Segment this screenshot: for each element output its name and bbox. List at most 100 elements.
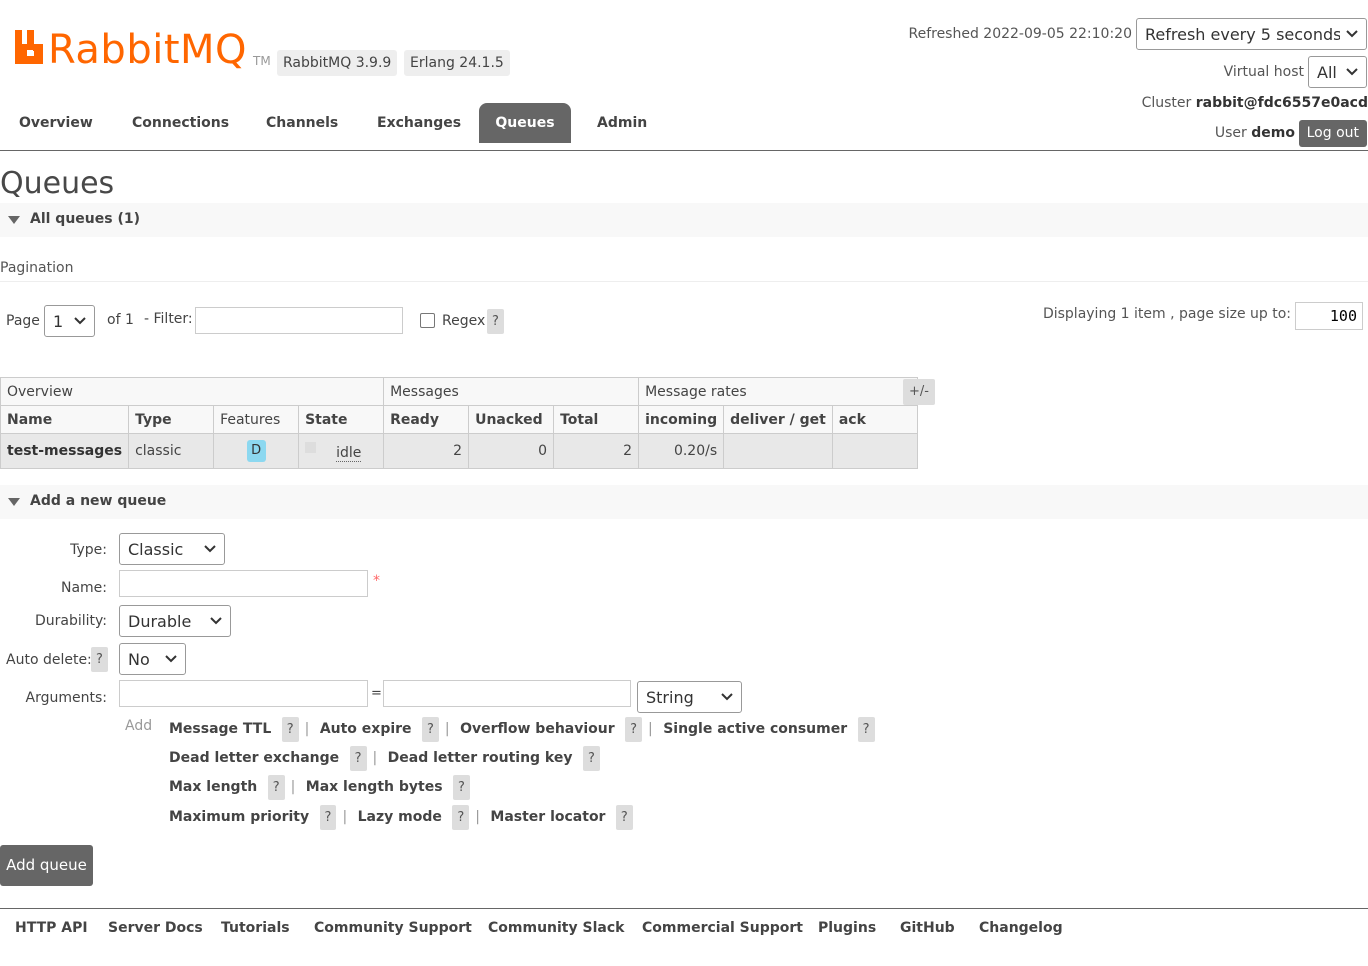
arg-dead-letter-exchange-link[interactable]: Dead letter exchange xyxy=(169,750,339,766)
footer-link-commercial-support[interactable]: Commercial Support xyxy=(642,920,803,936)
auto-delete-dropdown[interactable]: No xyxy=(119,643,186,675)
arg-maximum-priority-link[interactable]: Maximum priority xyxy=(169,809,309,825)
virtual-host-select[interactable]: All xyxy=(1308,56,1367,88)
col-name[interactable]: Name xyxy=(0,405,130,434)
argument-shortcuts-row-2: Dead letter exchange ? | Dead letter rout… xyxy=(169,745,600,772)
all-queues-label: All queues (1) xyxy=(30,211,140,227)
cluster-name: rabbit@fdc6557e0acd xyxy=(1195,95,1368,111)
virtual-host-dropdown[interactable]: All xyxy=(1308,56,1367,88)
page-count: of 1 xyxy=(107,312,134,328)
footer-link-changelog[interactable]: Changelog xyxy=(979,920,1063,936)
argument-key-input[interactable] xyxy=(119,680,368,707)
footer-link-community-support[interactable]: Community Support xyxy=(314,920,472,936)
tab-exchanges[interactable]: Exchanges xyxy=(358,103,480,143)
col-state[interactable]: State xyxy=(298,405,385,434)
arg-maximum-priority-help-button[interactable]: ? xyxy=(319,805,337,830)
col-unacked[interactable]: Unacked xyxy=(468,405,555,434)
display-count-label: Displaying 1 item , page size up to: xyxy=(1042,306,1291,322)
arg-max-length-link[interactable]: Max length xyxy=(169,779,257,795)
queue-state-text: idle xyxy=(336,444,362,462)
arg-auto-expire-help-button[interactable]: ? xyxy=(422,717,439,742)
arg-overflow-behaviour-help-button[interactable]: ? xyxy=(625,717,643,742)
col-deliver-get[interactable]: deliver / get xyxy=(723,405,833,434)
queue-name-link[interactable]: test-messages xyxy=(0,433,130,469)
page-label: Page xyxy=(6,313,40,329)
queue-deliver-get-rate xyxy=(723,433,833,469)
argument-value-input[interactable] xyxy=(383,680,631,707)
queue-type-select[interactable]: Classic xyxy=(119,533,225,565)
col-type[interactable]: Type xyxy=(128,405,215,434)
arg-dead-letter-routing-key-link[interactable]: Dead letter routing key xyxy=(388,750,573,766)
add-queue-button[interactable]: Add queue xyxy=(0,845,93,886)
arg-max-length-bytes-help-button[interactable]: ? xyxy=(453,775,470,800)
durability-label: Durability: xyxy=(34,613,107,629)
footer-link-community-slack[interactable]: Community Slack xyxy=(488,920,624,936)
separator: | xyxy=(342,809,348,825)
auto-delete-select[interactable]: No xyxy=(119,643,186,675)
tab-channels[interactable]: Channels xyxy=(247,103,357,143)
footer-link-tutorials[interactable]: Tutorials xyxy=(221,920,290,936)
footer-link-plugins[interactable]: Plugins xyxy=(818,920,876,936)
arg-auto-expire-link[interactable]: Auto expire xyxy=(320,721,412,737)
arg-single-active-consumer-link[interactable]: Single active consumer xyxy=(663,721,847,737)
durability-select[interactable]: Durable xyxy=(119,605,231,637)
logo-text: RabbitMQ xyxy=(48,27,247,73)
regex-help-button[interactable]: ? xyxy=(487,309,504,334)
column-toggle-button[interactable]: +/- xyxy=(903,379,935,405)
page-select[interactable]: 1 xyxy=(44,305,95,337)
arg-overflow-behaviour-link[interactable]: Overflow behaviour xyxy=(460,721,615,737)
argument-type-select[interactable]: String xyxy=(637,681,742,713)
tab-queues[interactable]: Queues xyxy=(479,103,571,143)
separator: | xyxy=(475,809,480,825)
queue-type-dropdown[interactable]: Classic xyxy=(119,533,225,565)
table-row: test-messages classic D idle 2 0 2 0.20/… xyxy=(0,433,918,469)
add-queue-section-header[interactable]: Add a new queue xyxy=(0,485,1368,519)
page-size-input[interactable] xyxy=(1295,302,1363,330)
col-ack[interactable]: ack xyxy=(831,405,918,434)
regex-label: Regex xyxy=(442,313,486,329)
arg-master-locator-help-button[interactable]: ? xyxy=(615,805,633,830)
footer-link-http-api[interactable]: HTTP API xyxy=(15,920,88,936)
separator: | xyxy=(304,721,310,737)
arg-single-active-consumer-help-button[interactable]: ? xyxy=(857,717,875,742)
user-info: User demo xyxy=(1215,125,1295,141)
col-ready[interactable]: Ready xyxy=(383,405,470,434)
filter-input[interactable] xyxy=(195,307,403,334)
arg-dead-letter-exchange-help-button[interactable]: ? xyxy=(349,746,367,771)
arg-lazy-mode-help-button[interactable]: ? xyxy=(452,805,470,830)
footer-divider xyxy=(0,908,1368,909)
col-total[interactable]: Total xyxy=(553,405,640,434)
arg-max-length-help-button[interactable]: ? xyxy=(267,775,285,800)
tab-overview[interactable]: Overview xyxy=(0,103,112,143)
arg-master-locator-link[interactable]: Master locator xyxy=(490,809,605,825)
page-dropdown[interactable]: 1 xyxy=(44,305,95,337)
col-incoming[interactable]: incoming xyxy=(638,405,725,434)
cluster-info: Cluster rabbit@fdc6557e0acd xyxy=(1142,95,1368,111)
refresh-interval-dropdown[interactable]: Refresh every 5 seconds xyxy=(1136,18,1367,50)
footer-link-github[interactable]: GitHub xyxy=(900,920,955,936)
tab-admin[interactable]: Admin xyxy=(578,103,666,143)
queue-name-input[interactable] xyxy=(119,570,368,597)
rabbitmq-version-badge: RabbitMQ 3.9.9 xyxy=(277,50,398,76)
arg-message-ttl-link[interactable]: Message TTL xyxy=(169,721,271,737)
all-queues-section-header[interactable]: All queues (1) xyxy=(0,203,1368,237)
erlang-version-badge: Erlang 24.1.5 xyxy=(404,50,510,76)
arguments-label: Arguments: xyxy=(25,690,107,706)
refresh-interval-select[interactable]: Refresh every 5 seconds xyxy=(1136,18,1367,50)
arg-max-length-bytes-link[interactable]: Max length bytes xyxy=(306,779,443,795)
durability-dropdown[interactable]: Durable xyxy=(119,605,231,637)
separator: | xyxy=(648,721,653,737)
rabbitmq-logo[interactable]: RabbitMQ TM xyxy=(13,28,271,72)
footer-link-server-docs[interactable]: Server Docs xyxy=(108,920,203,936)
logo-trademark: TM xyxy=(253,54,271,68)
regex-checkbox[interactable] xyxy=(420,313,435,328)
argument-type-dropdown[interactable]: String xyxy=(637,681,742,713)
arg-message-ttl-help-button[interactable]: ? xyxy=(281,717,299,742)
arg-dead-letter-routing-key-help-button[interactable]: ? xyxy=(582,746,600,771)
logout-button[interactable]: Log out xyxy=(1298,120,1367,147)
auto-delete-help-button[interactable]: ? xyxy=(91,647,108,672)
group-overview: Overview xyxy=(0,377,385,406)
tab-connections[interactable]: Connections xyxy=(113,103,248,143)
arg-lazy-mode-link[interactable]: Lazy mode xyxy=(358,809,442,825)
queue-total: 2 xyxy=(553,433,640,469)
